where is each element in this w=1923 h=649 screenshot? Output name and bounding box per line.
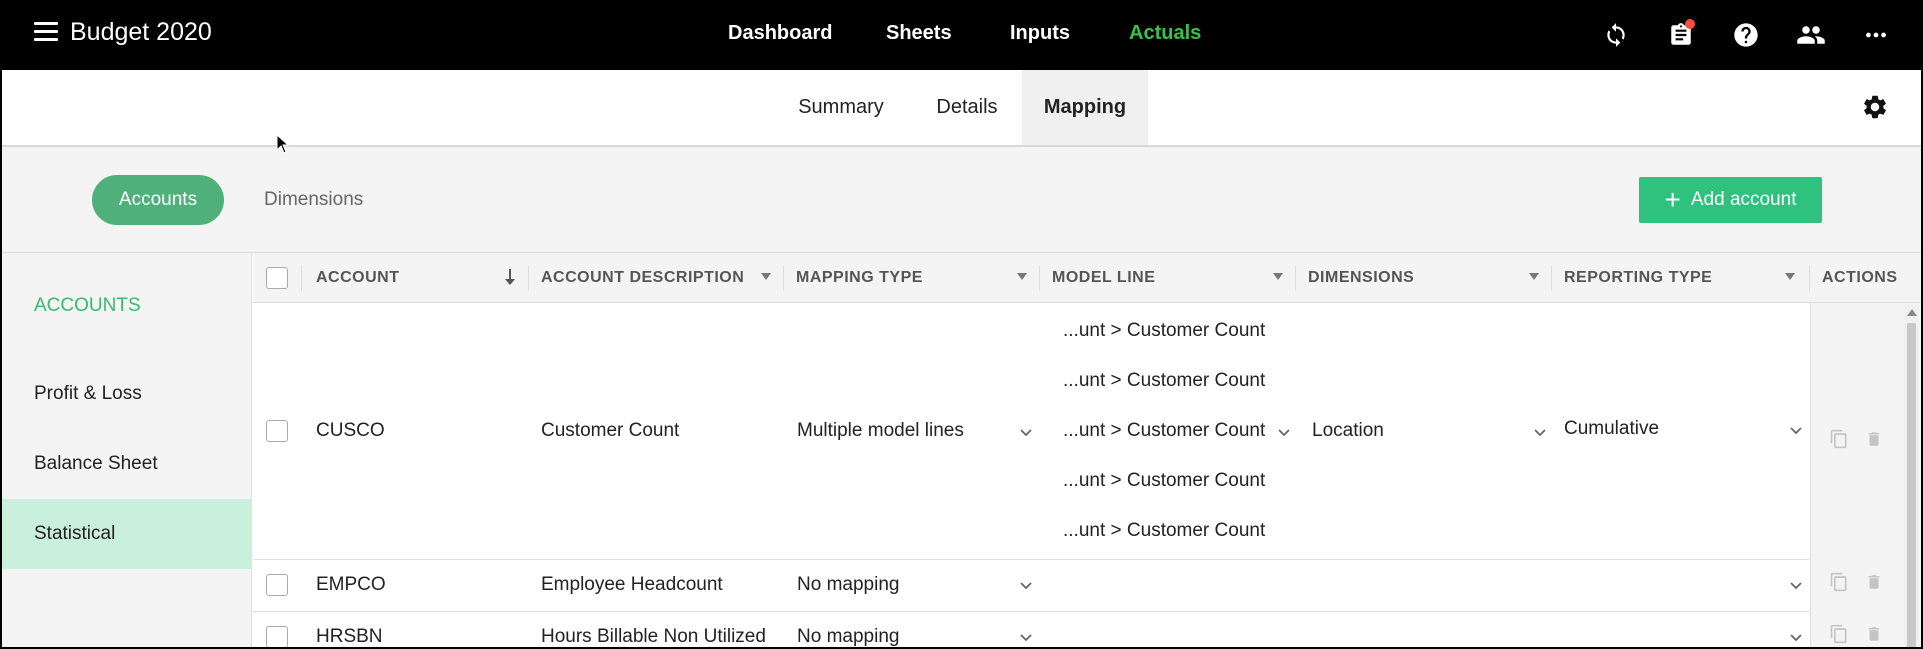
trash-icon[interactable]	[1865, 623, 1883, 649]
account-type-panel: ACCOUNTS Profit & Loss Balance Sheet Sta…	[2, 253, 252, 649]
chevron-down-icon[interactable]	[1789, 633, 1803, 643]
grid-scrollbar[interactable]	[1904, 305, 1919, 649]
menu-icon[interactable]	[34, 22, 58, 42]
chevron-down-icon[interactable]	[1789, 426, 1803, 436]
nav-inputs[interactable]: Inputs	[1010, 22, 1070, 45]
filter-caret-icon[interactable]	[1529, 273, 1539, 280]
chevron-down-icon[interactable]	[1533, 428, 1547, 438]
tab-mapping[interactable]: Mapping	[1022, 70, 1148, 145]
accounts-grid: ACCOUNT ACCOUNT DESCRIPTION MAPPING TYPE…	[253, 253, 1921, 649]
tab-summary[interactable]: Summary	[780, 70, 902, 145]
reporting-type-select[interactable]: Cumulative	[1564, 418, 1659, 440]
filter-caret-icon[interactable]	[1273, 273, 1283, 280]
table-row: CUSCO Customer Count Multiple model line…	[253, 304, 1921, 560]
sort-down-icon[interactable]	[503, 267, 517, 294]
window-border	[0, 70, 2, 649]
model-line-item: ...unt > Customer Count	[1063, 370, 1266, 391]
panel-item-profit-loss[interactable]: Profit & Loss	[2, 359, 252, 429]
copy-icon[interactable]	[1829, 571, 1849, 598]
model-line-select[interactable]: ...unt > Customer Count	[1063, 420, 1265, 442]
copy-icon[interactable]	[1829, 428, 1849, 455]
model-line-item: ...unt > Customer Count	[1063, 320, 1266, 341]
account-code: EMPCO	[316, 574, 386, 595]
chevron-down-icon[interactable]	[1019, 581, 1033, 591]
refresh-icon[interactable]	[1601, 20, 1631, 50]
header-mapping-type[interactable]: MAPPING TYPE	[796, 253, 923, 303]
panel-item-statistical[interactable]: Statistical	[2, 499, 252, 569]
tab-details[interactable]: Details	[912, 70, 1022, 145]
grid-header: ACCOUNT ACCOUNT DESCRIPTION MAPPING TYPE…	[253, 253, 1921, 303]
account-code: CUSCO	[316, 420, 385, 441]
account-description: Customer Count	[541, 420, 680, 441]
mapping-type-select[interactable]: Multiple model lines	[797, 420, 964, 442]
model-line-item: ...unt > Customer Count	[1063, 470, 1266, 491]
header-reporting-type[interactable]: REPORTING TYPE	[1564, 253, 1712, 303]
select-all-checkbox[interactable]	[266, 267, 288, 289]
panel-item-balance-sheet[interactable]: Balance Sheet	[2, 429, 252, 499]
people-icon[interactable]	[1796, 20, 1826, 50]
dimensions-toggle[interactable]: Dimensions	[264, 189, 363, 211]
account-description: Employee Headcount	[541, 574, 723, 595]
chevron-down-icon[interactable]	[1019, 428, 1033, 438]
filter-caret-icon[interactable]	[1785, 273, 1795, 280]
row-checkbox[interactable]	[266, 420, 288, 442]
header-model-line[interactable]: MODEL LINE	[1052, 253, 1155, 303]
table-row: EMPCO Employee Headcount No mapping	[253, 560, 1921, 612]
settings-gear-icon[interactable]	[1860, 92, 1890, 122]
clipboard-icon[interactable]	[1666, 19, 1696, 50]
chevron-down-icon[interactable]	[1277, 428, 1291, 438]
add-account-label: Add account	[1690, 189, 1797, 210]
copy-icon[interactable]	[1829, 623, 1849, 649]
chevron-down-icon[interactable]	[1789, 581, 1803, 591]
filter-caret-icon[interactable]	[761, 273, 771, 280]
header-account-description[interactable]: ACCOUNT DESCRIPTION	[541, 253, 744, 303]
add-account-button[interactable]: + Add account	[1639, 177, 1822, 223]
more-icon[interactable]	[1861, 20, 1891, 50]
header-actions: ACTIONS	[1822, 269, 1898, 286]
header-account[interactable]: ACCOUNT	[316, 253, 400, 303]
trash-icon[interactable]	[1865, 571, 1883, 598]
nav-sheets[interactable]: Sheets	[886, 22, 952, 45]
mouse-cursor-icon	[276, 133, 290, 159]
filter-caret-icon[interactable]	[1017, 273, 1027, 280]
mapping-toolbar: Accounts Dimensions + Add account	[2, 147, 1921, 253]
dimensions-select[interactable]: Location	[1312, 420, 1384, 442]
row-checkbox[interactable]	[266, 626, 288, 648]
chevron-down-icon[interactable]	[1019, 633, 1033, 643]
account-description: Hours Billable Non Utilized	[541, 626, 766, 647]
accounts-toggle[interactable]: Accounts	[92, 175, 224, 225]
mapping-type-select[interactable]: No mapping	[797, 574, 899, 596]
model-line-item: ...unt > Customer Count	[1063, 520, 1266, 541]
app-title: Budget 2020	[70, 18, 212, 46]
scroll-up-arrow-icon[interactable]	[1907, 309, 1917, 316]
notification-dot	[1685, 19, 1695, 29]
help-icon[interactable]	[1731, 20, 1761, 50]
plus-icon: +	[1664, 184, 1681, 215]
scroll-thumb[interactable]	[1907, 323, 1916, 649]
top-bar: Budget 2020 Dashboard Sheets Inputs Actu…	[0, 0, 1923, 70]
mapping-type-select[interactable]: No mapping	[797, 626, 899, 648]
trash-icon[interactable]	[1865, 428, 1883, 455]
row-checkbox[interactable]	[266, 574, 288, 596]
nav-dashboard[interactable]: Dashboard	[728, 22, 832, 45]
account-code: HRSBN	[316, 626, 383, 647]
header-dimensions[interactable]: DIMENSIONS	[1308, 253, 1414, 303]
nav-actuals[interactable]: Actuals	[1129, 22, 1201, 45]
accounts-heading: ACCOUNTS	[34, 295, 141, 316]
table-row: HRSBN Hours Billable Non Utilized No map…	[253, 612, 1921, 649]
